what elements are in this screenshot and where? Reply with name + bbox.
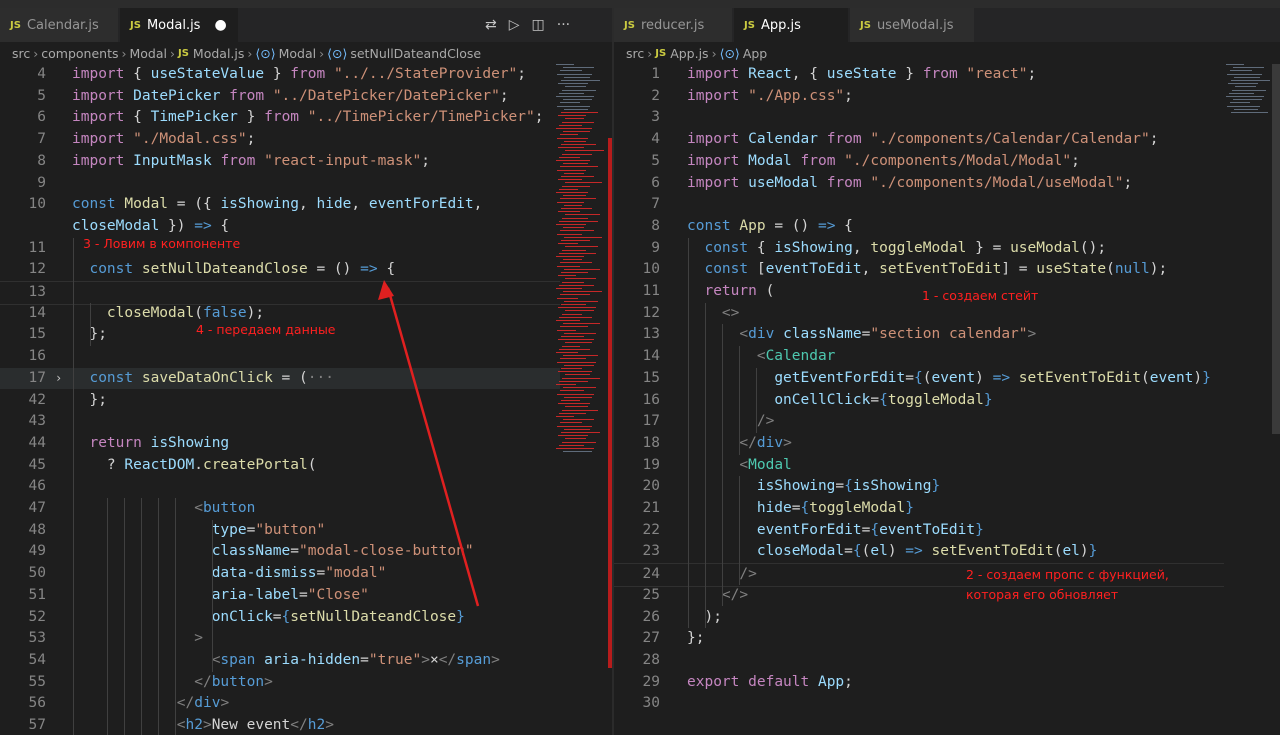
annotation-arrow-layer xyxy=(378,280,480,607)
annotation-arrow xyxy=(386,287,480,607)
